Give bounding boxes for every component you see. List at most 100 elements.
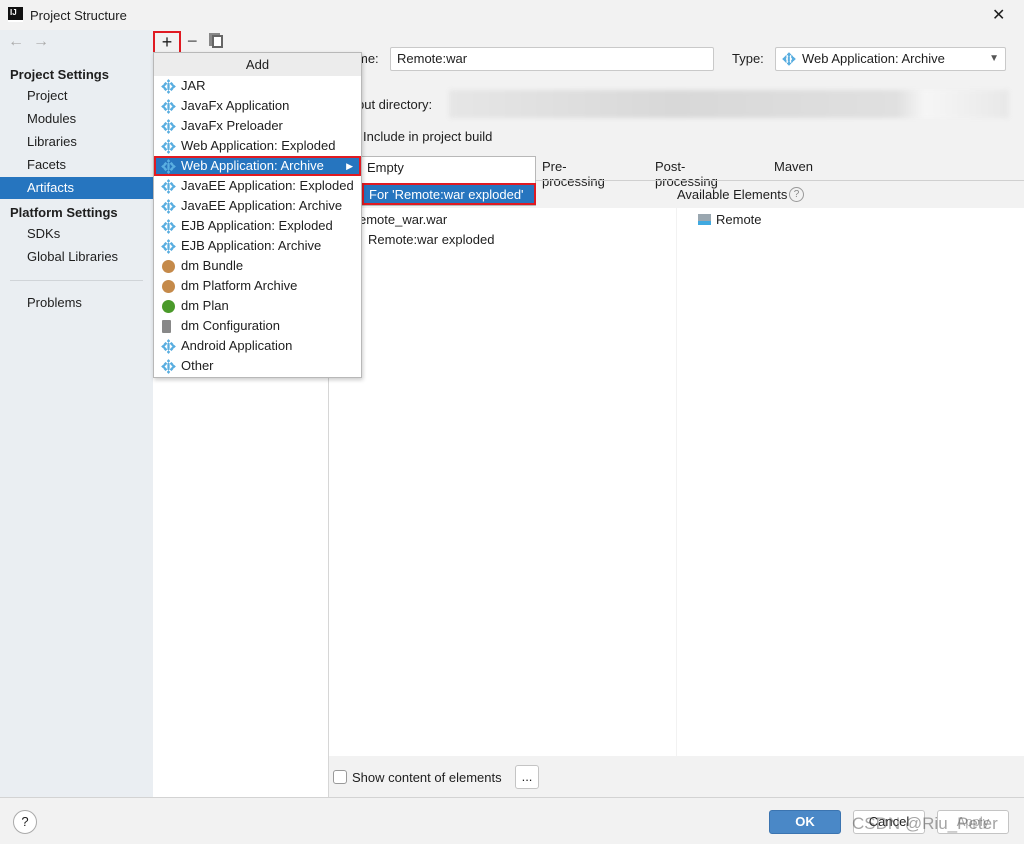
javaee-icon bbox=[161, 199, 176, 214]
available-elements-label: Available Elements bbox=[677, 187, 788, 202]
dm-bundle-icon bbox=[162, 260, 175, 273]
menu-item-label: Android Application bbox=[181, 338, 293, 353]
menu-item[interactable]: EJB Application: Archive bbox=[154, 236, 361, 256]
sidebar-item-problems[interactable]: Problems bbox=[0, 292, 153, 314]
sidebar-item-sdks[interactable]: SDKs bbox=[0, 223, 153, 245]
close-icon[interactable]: ✕ bbox=[992, 5, 1005, 25]
window-title: Project Structure bbox=[30, 8, 127, 23]
remove-button[interactable]: − bbox=[187, 31, 198, 52]
output-directory-input[interactable] bbox=[449, 90, 1009, 118]
ejb-icon bbox=[161, 219, 176, 234]
help-icon[interactable]: ? bbox=[789, 187, 804, 202]
web-icon bbox=[161, 159, 176, 174]
menu-item-label: dm Configuration bbox=[181, 318, 280, 333]
web-icon bbox=[161, 139, 176, 154]
javafx-icon bbox=[161, 99, 176, 114]
android-icon bbox=[161, 339, 176, 354]
sidebar-item-facets[interactable]: Facets bbox=[0, 154, 153, 176]
menu-item[interactable]: JavaFx Preloader bbox=[154, 116, 361, 136]
submenu: Empty For 'Remote:war exploded' bbox=[361, 156, 536, 206]
menu-item[interactable]: dm Configuration bbox=[154, 316, 361, 336]
tab-maven[interactable]: Maven bbox=[774, 159, 813, 174]
output-directory-label: put directory: bbox=[357, 97, 433, 112]
forward-icon[interactable]: → bbox=[33, 33, 49, 51]
chevron-down-icon: ▼ bbox=[989, 53, 999, 64]
sidebar-item-global-libraries[interactable]: Global Libraries bbox=[0, 246, 153, 268]
menu-item-label: dm Platform Archive bbox=[181, 278, 298, 293]
sidebar-item-modules[interactable]: Modules bbox=[0, 108, 153, 130]
menu-item-label: dm Plan bbox=[181, 298, 229, 313]
tab-post-processing[interactable]: Post-processing bbox=[655, 159, 718, 189]
type-label: Type: bbox=[732, 51, 764, 66]
menu-item-label: Web Application: Archive bbox=[181, 158, 324, 173]
add-menu: Add JAR JavaFx Application JavaFx Preloade… bbox=[153, 52, 362, 378]
menu-item-label: Other bbox=[181, 358, 214, 373]
menu-item[interactable]: Other bbox=[154, 356, 361, 376]
artifact-settings: me: Remote:war Type: Web Application: Ar… bbox=[329, 30, 1024, 797]
menu-item[interactable]: JavaFx Application bbox=[154, 96, 361, 116]
submenu-item-empty[interactable]: Empty bbox=[362, 157, 535, 181]
dm-platform-icon bbox=[162, 280, 175, 293]
divider bbox=[10, 280, 143, 281]
menu-item-label: JavaEE Application: Exploded bbox=[181, 178, 354, 193]
menu-item[interactable]: Web Application: Archive ▶ bbox=[154, 156, 361, 176]
menu-item[interactable]: dm Platform Archive bbox=[154, 276, 361, 296]
name-input[interactable]: Remote:war bbox=[390, 47, 714, 71]
menu-item[interactable]: dm Plan bbox=[154, 296, 361, 316]
menu-item-label: JavaFx Preloader bbox=[181, 118, 283, 133]
menu-item-label: JavaFx Application bbox=[181, 98, 290, 113]
menu-item[interactable]: dm Bundle bbox=[154, 256, 361, 276]
web-icon bbox=[782, 52, 796, 66]
output-layout-tree[interactable]: emote_war.war Remote:war exploded bbox=[329, 208, 676, 756]
intellij-logo-icon: IJ bbox=[8, 7, 23, 22]
ok-button[interactable]: OK bbox=[769, 810, 841, 834]
javafx-icon bbox=[161, 119, 176, 134]
watermark: CSDN @Riu_Peter bbox=[852, 814, 998, 833]
menu-item-label: dm Bundle bbox=[181, 258, 244, 273]
back-icon[interactable]: ← bbox=[8, 33, 24, 51]
jar-icon bbox=[161, 79, 176, 94]
sidebar: ← → Project Settings Project Modules Lib… bbox=[0, 30, 153, 797]
menu-item-label: JavaEE Application: Archive bbox=[181, 198, 343, 213]
folder-icon bbox=[698, 214, 711, 225]
menu-item[interactable]: Web Application: Exploded bbox=[154, 136, 361, 156]
dm-plan-icon bbox=[162, 300, 175, 313]
copy-icon[interactable] bbox=[212, 35, 223, 48]
more-button[interactable]: ... bbox=[515, 765, 539, 789]
add-menu-title: Add bbox=[154, 53, 361, 76]
project-settings-heading: Project Settings bbox=[10, 67, 109, 82]
menu-item[interactable]: EJB Application: Exploded bbox=[154, 216, 361, 236]
tree-item[interactable]: Remote:war exploded bbox=[368, 232, 494, 247]
help-button[interactable]: ? bbox=[13, 810, 37, 834]
ejb-icon bbox=[161, 239, 176, 254]
available-elements-tree[interactable]: Remote bbox=[677, 208, 1024, 756]
platform-settings-heading: Platform Settings bbox=[10, 205, 118, 220]
dm-config-icon bbox=[162, 320, 171, 333]
menu-item-label: EJB Application: Exploded bbox=[181, 218, 333, 233]
javaee-icon bbox=[161, 179, 176, 194]
type-select[interactable]: Web Application: Archive ▼ bbox=[775, 47, 1006, 71]
menu-item[interactable]: JAR bbox=[154, 76, 361, 96]
menu-item-label: EJB Application: Archive bbox=[181, 238, 322, 253]
sidebar-item-project[interactable]: Project bbox=[0, 85, 153, 107]
tree-item[interactable]: Remote bbox=[716, 212, 762, 227]
menu-item[interactable]: Android Application bbox=[154, 336, 361, 356]
menu-item[interactable]: JavaEE Application: Archive bbox=[154, 196, 361, 216]
submenu-item-for-exploded[interactable]: For 'Remote:war exploded' bbox=[362, 183, 536, 205]
title-bar: IJ Project Structure ✕ bbox=[0, 0, 1024, 30]
submenu-arrow-icon: ▶ bbox=[346, 161, 353, 171]
sidebar-item-libraries[interactable]: Libraries bbox=[0, 131, 153, 153]
show-content-label: Show content of elements bbox=[352, 770, 502, 785]
type-value: Web Application: Archive bbox=[802, 51, 945, 66]
sidebar-item-artifacts[interactable]: Artifacts bbox=[0, 177, 153, 199]
menu-item-label: JAR bbox=[181, 78, 206, 93]
menu-item[interactable]: JavaEE Application: Exploded bbox=[154, 176, 361, 196]
include-in-build-checkbox-label[interactable]: Include in project build bbox=[363, 129, 492, 144]
tree-item[interactable]: emote_war.war bbox=[359, 212, 447, 227]
footer: ? OK Cancel Apply CSDN @Riu_Peter bbox=[0, 797, 1024, 844]
tab-pre-processing[interactable]: Pre-processing bbox=[542, 159, 605, 189]
other-icon bbox=[161, 359, 176, 374]
show-content-checkbox[interactable] bbox=[333, 770, 347, 784]
artifact-toolbar: + − bbox=[153, 30, 329, 55]
menu-item-label: Web Application: Exploded bbox=[181, 138, 336, 153]
